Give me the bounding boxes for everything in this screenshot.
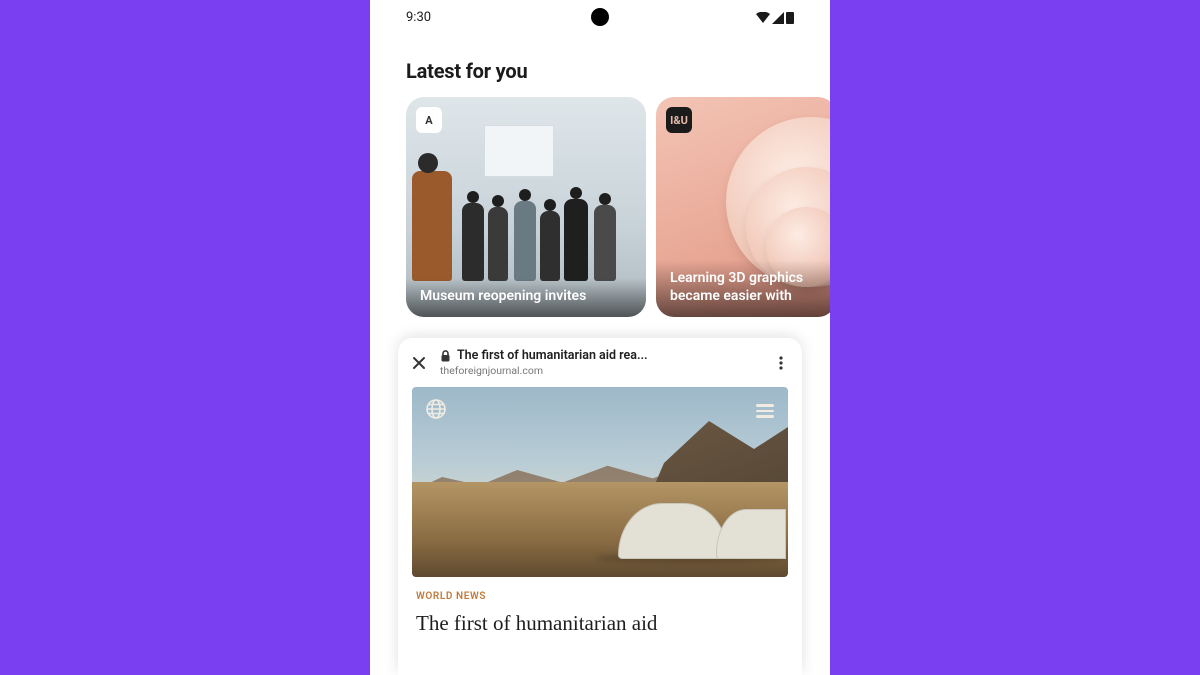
cards-carousel[interactable]: A Museum reopening invites I&U Learning … [370,97,830,317]
hamburger-icon [756,404,774,418]
lock-icon [440,350,451,362]
story-card-1[interactable]: A Museum reopening invites [406,97,646,317]
signal-icon [772,12,784,24]
battery-icon [786,12,794,24]
page-info[interactable]: The first of humanitarian aid rea... the… [440,348,760,377]
globe-icon [424,397,448,421]
site-menu-button[interactable] [756,401,774,421]
close-icon [412,356,426,370]
story-card-2[interactable]: I&U Learning 3D graphics became easier w… [656,97,830,317]
page-title: The first of humanitarian aid rea... [457,348,648,363]
card-caption: Museum reopening invites [406,278,646,318]
status-bar: 9:30 [370,0,830,31]
source-badge: A [416,107,442,133]
more-vert-icon [779,356,783,370]
section-title: Latest for you [370,31,830,97]
card-caption: Learning 3D graphics became easier with [656,260,830,317]
custom-tab-sheet: The first of humanitarian aid rea... the… [398,338,802,675]
phone-frame: 9:30 Latest for you [370,0,830,675]
custom-tab-toolbar: The first of humanitarian aid rea... the… [398,338,802,385]
close-button[interactable] [408,352,430,374]
status-indicators [756,12,794,24]
article-category: WORLD NEWS [398,577,802,606]
page-domain: theforeignjournal.com [440,364,760,377]
article-hero-image [412,387,788,577]
site-logo-button[interactable] [424,397,448,425]
more-options-button[interactable] [770,356,792,370]
status-time: 9:30 [406,10,431,25]
source-badge: I&U [666,107,692,133]
wifi-icon [756,12,770,24]
camera-notch [591,8,609,26]
article-headline: The first of humanitarian aid [398,606,802,636]
